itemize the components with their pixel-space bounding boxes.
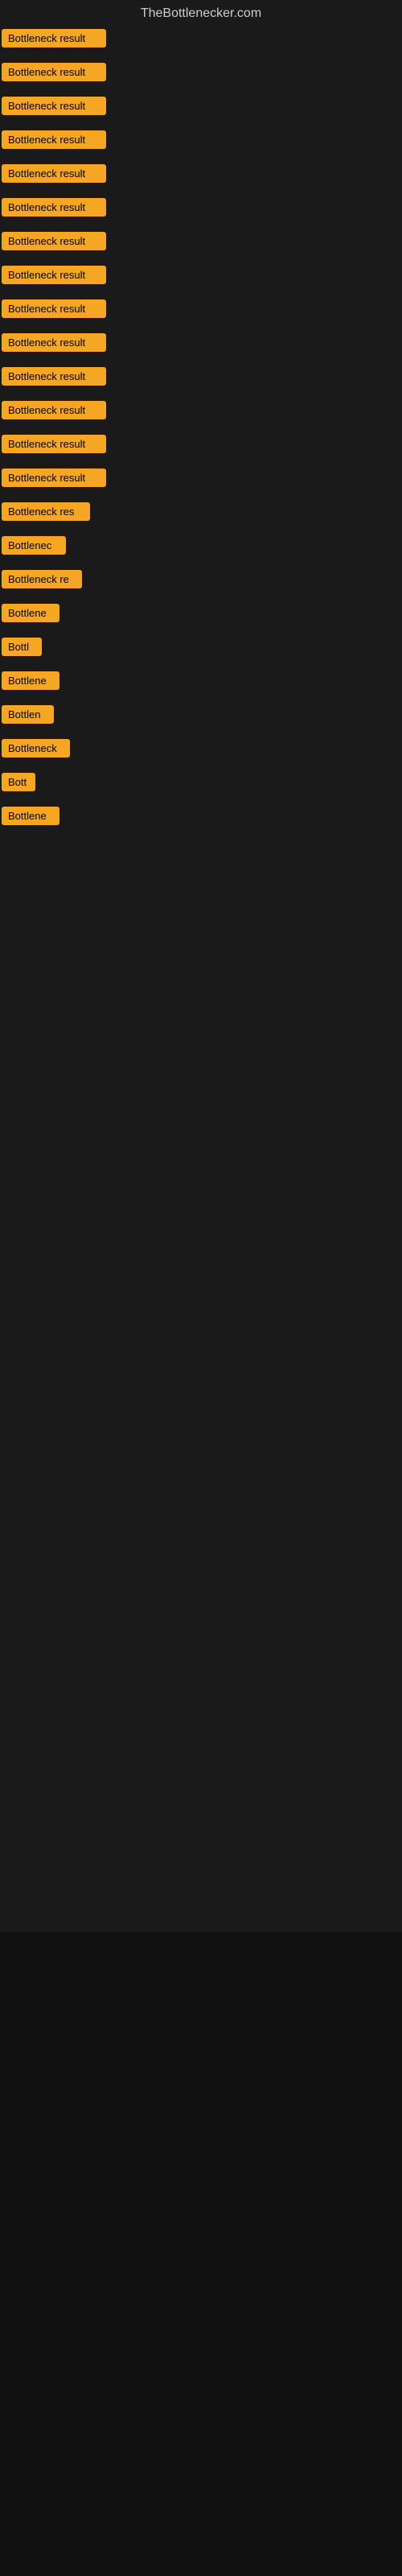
list-item: Bottleneck result bbox=[2, 95, 400, 121]
bottleneck-badge[interactable]: Bottl bbox=[2, 638, 42, 656]
bottleneck-badge[interactable]: Bottlene bbox=[2, 807, 59, 825]
list-item: Bottleneck result bbox=[2, 61, 400, 87]
bottleneck-badge[interactable]: Bottleneck result bbox=[2, 130, 106, 149]
bottleneck-badge[interactable]: Bottleneck result bbox=[2, 97, 106, 115]
bottleneck-badge[interactable]: Bottleneck result bbox=[2, 299, 106, 318]
bottleneck-badge[interactable]: Bottleneck result bbox=[2, 198, 106, 217]
list-item: Bottlenec bbox=[2, 535, 400, 560]
list-item: Bottleneck result bbox=[2, 399, 400, 425]
list-item: Bottleneck result bbox=[2, 163, 400, 188]
list-item: Bottleneck res bbox=[2, 501, 400, 526]
site-title: TheBottlenecker.com bbox=[0, 0, 402, 24]
bottleneck-badge[interactable]: Bottleneck result bbox=[2, 401, 106, 419]
list-item: Bottleneck result bbox=[2, 264, 400, 290]
list-item: Bottleneck result bbox=[2, 196, 400, 222]
list-item: Bottleneck re bbox=[2, 568, 400, 594]
bottleneck-badge[interactable]: Bottleneck result bbox=[2, 29, 106, 47]
list-item: Bottleneck result bbox=[2, 332, 400, 357]
list-item: Bottleneck result bbox=[2, 27, 400, 53]
list-item: Bottleneck result bbox=[2, 298, 400, 324]
bottleneck-badge[interactable]: Bottleneck result bbox=[2, 232, 106, 250]
bottleneck-list: Bottleneck result Bottleneck result Bottle… bbox=[0, 24, 402, 842]
list-item: Bottleneck result bbox=[2, 230, 400, 256]
bottleneck-badge[interactable]: Bottlen bbox=[2, 705, 54, 724]
bottleneck-badge[interactable]: Bottleneck result bbox=[2, 266, 106, 284]
list-item: Bottlene bbox=[2, 805, 400, 831]
chart-area bbox=[0, 1932, 402, 2576]
list-item: Bottlene bbox=[2, 670, 400, 696]
bottleneck-badge[interactable]: Bottleneck result bbox=[2, 469, 106, 487]
bottleneck-badge[interactable]: Bottleneck bbox=[2, 739, 70, 758]
bottleneck-badge[interactable]: Bottleneck re bbox=[2, 570, 82, 588]
list-item: Bottleneck result bbox=[2, 129, 400, 155]
list-item: Bottleneck result bbox=[2, 433, 400, 459]
list-item: Bott bbox=[2, 771, 400, 797]
bottleneck-badge[interactable]: Bottleneck result bbox=[2, 63, 106, 81]
list-item: Bottl bbox=[2, 636, 400, 662]
bottleneck-badge[interactable]: Bottlene bbox=[2, 671, 59, 690]
list-item: Bottleneck bbox=[2, 737, 400, 763]
list-item: Bottlen bbox=[2, 704, 400, 729]
bottleneck-badge[interactable]: Bottlene bbox=[2, 604, 59, 622]
bottleneck-badge[interactable]: Bott bbox=[2, 773, 35, 791]
list-item: Bottlene bbox=[2, 602, 400, 628]
bottleneck-badge[interactable]: Bottleneck result bbox=[2, 367, 106, 386]
bottleneck-badge[interactable]: Bottleneck result bbox=[2, 164, 106, 183]
bottleneck-badge[interactable]: Bottlenec bbox=[2, 536, 66, 555]
list-item: Bottleneck result bbox=[2, 467, 400, 493]
bottleneck-badge[interactable]: Bottleneck result bbox=[2, 333, 106, 352]
bottleneck-badge[interactable]: Bottleneck res bbox=[2, 502, 90, 521]
list-item: Bottleneck result bbox=[2, 365, 400, 391]
bottleneck-badge[interactable]: Bottleneck result bbox=[2, 435, 106, 453]
